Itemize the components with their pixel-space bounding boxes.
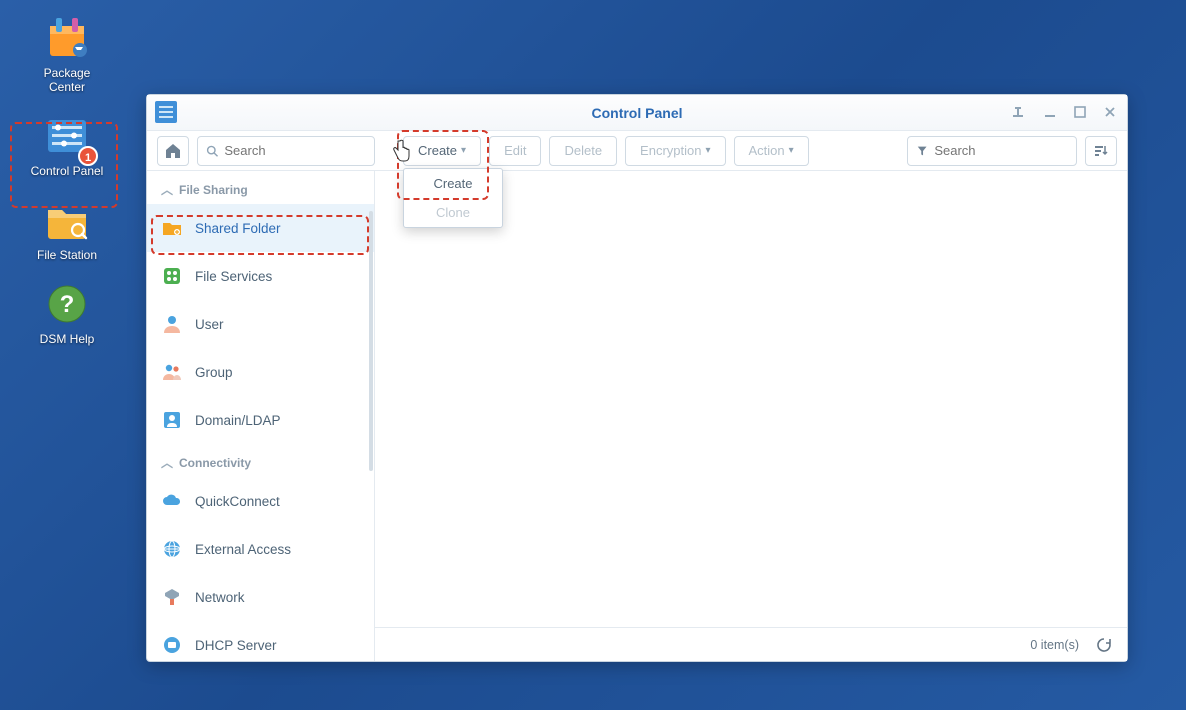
main-content: 0 item(s) xyxy=(375,171,1127,661)
sidebar-search[interactable] xyxy=(197,136,375,166)
refresh-button[interactable] xyxy=(1093,634,1115,656)
sidebar-item-label: Group xyxy=(195,365,233,380)
encryption-button[interactable]: Encryption▾ xyxy=(625,136,725,166)
sidebar-scrollbar[interactable] xyxy=(368,171,374,661)
svg-text:?: ? xyxy=(60,291,75,318)
sidebar-item-network[interactable]: Network xyxy=(147,573,374,621)
desktop-icon-file-station[interactable]: File Station xyxy=(22,196,112,262)
create-button-wrap: Create ▾ Create Clone xyxy=(403,136,481,166)
sort-button[interactable] xyxy=(1085,136,1117,166)
desktop-icon-dsm-help[interactable]: ? DSM Help xyxy=(22,280,112,346)
sidebar-item-label: External Access xyxy=(195,542,291,557)
sidebar-section-label: File Sharing xyxy=(179,183,248,197)
chevron-down-icon: ▾ xyxy=(461,145,466,156)
app-icon xyxy=(155,101,177,123)
help-icon: ? xyxy=(39,280,95,328)
minimize-button[interactable] xyxy=(1039,101,1061,123)
pin-button[interactable] xyxy=(1009,101,1031,123)
desktop-icon-label: Control Panel xyxy=(22,164,112,178)
sidebar-section-connectivity[interactable]: ︿ Connectivity xyxy=(147,444,374,477)
home-icon xyxy=(164,142,182,160)
desktop-icons: Package Center 1 Control Panel File Stat… xyxy=(22,14,122,364)
desktop-icon-label: File Station xyxy=(22,248,112,262)
scrollbar-thumb[interactable] xyxy=(369,211,373,471)
chevron-down-icon: ▾ xyxy=(789,145,794,156)
network-icon xyxy=(161,586,183,608)
sidebar-item-dhcp-server[interactable]: DHCP Server xyxy=(147,621,374,661)
action-button[interactable]: Action▾ xyxy=(734,136,809,166)
sidebar-item-label: Network xyxy=(195,590,245,605)
sidebar-section-label: Connectivity xyxy=(179,456,251,470)
main-search-input[interactable] xyxy=(934,143,1068,158)
sidebar-item-domain-ldap[interactable]: Domain/LDAP xyxy=(147,396,374,444)
sidebar-item-label: User xyxy=(195,317,224,332)
close-button[interactable] xyxy=(1099,101,1121,123)
globe-icon xyxy=(161,538,183,560)
sort-icon xyxy=(1093,143,1109,159)
sidebar-item-quickconnect[interactable]: QuickConnect xyxy=(147,477,374,525)
item-count: 0 item(s) xyxy=(1030,638,1079,652)
sidebar-item-label: Shared Folder xyxy=(195,221,281,236)
create-dropdown: Create Clone xyxy=(403,168,503,228)
refresh-icon xyxy=(1096,637,1112,653)
sidebar-item-label: QuickConnect xyxy=(195,494,280,509)
status-bar: 0 item(s) xyxy=(375,627,1127,661)
desktop-icon-label: DSM Help xyxy=(22,332,112,346)
sidebar-item-user[interactable]: User xyxy=(147,300,374,348)
sidebar-item-label: DHCP Server xyxy=(195,638,277,653)
sidebar-item-shared-folder[interactable]: Shared Folder xyxy=(147,204,374,252)
sidebar: ︿ File Sharing Shared Folder File Servic… xyxy=(147,171,375,661)
dhcp-icon xyxy=(161,634,183,656)
user-icon xyxy=(161,313,183,335)
maximize-button[interactable] xyxy=(1069,101,1091,123)
chevron-up-icon: ︿ xyxy=(161,181,173,198)
desktop-icon-control-panel[interactable]: 1 Control Panel xyxy=(22,112,112,178)
create-button[interactable]: Create ▾ xyxy=(403,136,481,166)
folder-share-icon xyxy=(161,217,183,239)
edit-button[interactable]: Edit xyxy=(489,136,541,166)
window-controls xyxy=(1009,101,1121,123)
sidebar-search-input[interactable] xyxy=(224,143,366,158)
desktop-icon-package-center[interactable]: Package Center xyxy=(22,14,112,94)
window-titlebar[interactable]: Control Panel xyxy=(147,95,1127,131)
chevron-down-icon: ▾ xyxy=(705,145,710,156)
sidebar-item-label: File Services xyxy=(195,269,272,284)
control-panel-window: Control Panel Create ▾ Create Clone xyxy=(146,94,1128,662)
notification-badge: 1 xyxy=(78,146,98,166)
sidebar-item-group[interactable]: Group xyxy=(147,348,374,396)
sidebar-section-file-sharing[interactable]: ︿ File Sharing xyxy=(147,171,374,204)
home-button[interactable] xyxy=(157,136,189,166)
desktop-icon-label: Package Center xyxy=(22,66,112,94)
sidebar-item-file-services[interactable]: File Services xyxy=(147,252,374,300)
group-icon xyxy=(161,361,183,383)
cloud-icon xyxy=(161,490,183,512)
create-menu-create[interactable]: Create xyxy=(404,169,502,198)
toolbar: Create ▾ Create Clone Edit Delete Encryp… xyxy=(147,131,1127,171)
main-search[interactable] xyxy=(907,136,1077,166)
sidebar-item-label: Domain/LDAP xyxy=(195,413,281,428)
delete-button[interactable]: Delete xyxy=(549,136,617,166)
services-icon xyxy=(161,265,183,287)
bag-icon xyxy=(39,14,95,62)
create-button-label: Create xyxy=(418,143,457,158)
window-title: Control Panel xyxy=(591,105,682,121)
funnel-icon xyxy=(916,144,928,158)
domain-icon xyxy=(161,409,183,431)
create-menu-clone[interactable]: Clone xyxy=(404,198,502,227)
folder-icon xyxy=(39,196,95,244)
search-icon xyxy=(206,144,218,158)
sidebar-item-external-access[interactable]: External Access xyxy=(147,525,374,573)
chevron-up-icon: ︿ xyxy=(161,454,173,471)
